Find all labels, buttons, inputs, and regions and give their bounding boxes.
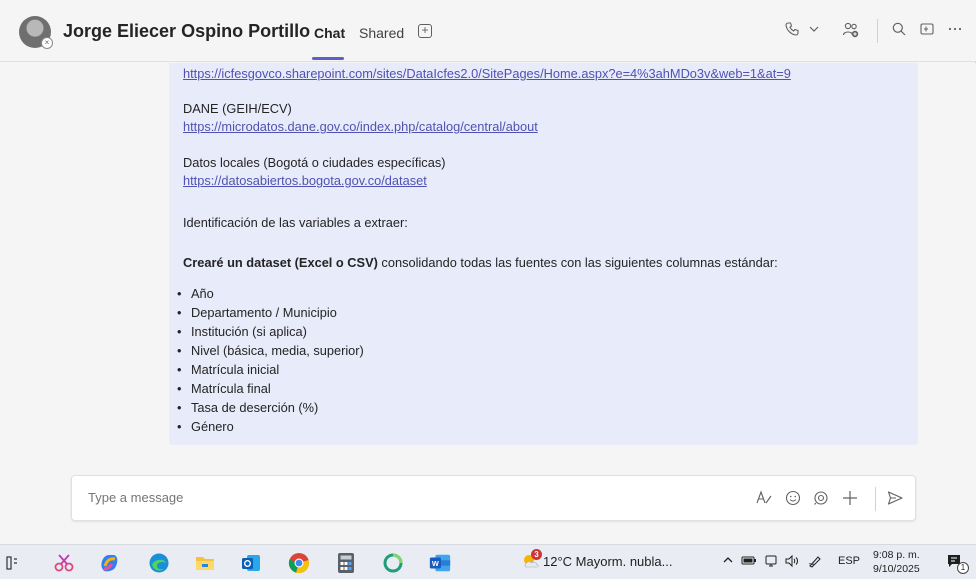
people-add-icon[interactable] [842, 21, 860, 45]
svg-text:W: W [432, 559, 439, 568]
calculator-icon[interactable] [334, 551, 358, 575]
link-bogota[interactable]: https://datosabiertos.bogota.gov.co/data… [183, 173, 427, 188]
network-icon[interactable] [764, 554, 778, 571]
system-clock[interactable]: 9:08 p. m. 9/10/2025 [873, 548, 920, 576]
popout-icon[interactable] [919, 21, 935, 43]
windows-taskbar: W 3 12°C Mayorm. nubla... ESP 9:08 p. m.… [0, 544, 976, 579]
notification-count: 1 [957, 562, 969, 574]
contact-name[interactable]: Jorge Eliecer Ospino Portillo [63, 21, 310, 42]
list-item: Género [177, 419, 234, 434]
task-view-icon[interactable] [0, 551, 24, 575]
header-divider [877, 19, 878, 43]
add-tab-icon[interactable]: + [418, 24, 432, 38]
clock-date: 9/10/2025 [873, 563, 920, 575]
snipping-tool-icon[interactable] [52, 551, 76, 575]
language-indicator[interactable]: ESP [838, 555, 860, 567]
message-bubble: https://icfesgovco.sharepoint.com/sites/… [169, 63, 918, 445]
message-input[interactable] [88, 490, 688, 505]
search-icon[interactable] [891, 21, 907, 43]
file-explorer-icon[interactable] [193, 551, 217, 575]
list-item: Departamento / Municipio [177, 305, 337, 320]
link-icfes[interactable]: https://icfesgovco.sharepoint.com/sites/… [183, 66, 791, 81]
presence-offline-icon: × [41, 37, 53, 49]
outlook-icon[interactable] [239, 551, 263, 575]
chat-header: × Jorge Eliecer Ospino Portillo Chat Sha… [0, 0, 976, 62]
weather-badge: 3 [531, 549, 542, 560]
pen-icon[interactable] [807, 554, 823, 571]
list-item: Nivel (básica, media, superior) [177, 343, 364, 358]
word-icon[interactable]: W [428, 551, 452, 575]
send-icon[interactable] [885, 489, 905, 509]
copilot-icon[interactable] [97, 551, 121, 575]
local-data-label: Datos locales (Bogotá o ciudades específ… [183, 155, 446, 170]
phone-icon[interactable] [784, 21, 800, 43]
format-icon[interactable] [754, 489, 774, 509]
dataset-rest: consolidando todas las fuentes con las s… [377, 255, 778, 270]
dataset-bold: Crearé un dataset (Excel o CSV) [183, 255, 378, 270]
tab-shared[interactable]: Shared [359, 25, 404, 41]
list-item: Matrícula final [177, 381, 271, 396]
list-item: Matrícula inicial [177, 362, 279, 377]
list-item: Año [177, 286, 214, 301]
variables-heading: Identificación de las variables a extrae… [183, 215, 408, 230]
dataset-sentence: Crearé un dataset (Excel o CSV) consolid… [183, 255, 778, 270]
loop-icon[interactable] [811, 489, 831, 509]
link-dane[interactable]: https://microdatos.dane.gov.co/index.php… [183, 119, 538, 134]
message-composer[interactable] [71, 475, 916, 521]
plus-icon[interactable] [840, 489, 860, 509]
active-tab-indicator [312, 57, 344, 60]
message-list[interactable]: https://icfesgovco.sharepoint.com/sites/… [0, 63, 976, 463]
volume-icon[interactable] [784, 554, 800, 571]
list-item: Institución (si aplica) [177, 324, 307, 339]
composer-divider [875, 487, 876, 511]
list-item: Tasa de deserción (%) [177, 400, 318, 415]
battery-icon[interactable] [741, 554, 757, 569]
chevron-down-icon[interactable] [808, 21, 820, 41]
loop-app-icon[interactable] [381, 551, 405, 575]
emoji-icon[interactable] [783, 489, 803, 509]
weather-text[interactable]: 12°C Mayorm. nubla... [543, 554, 672, 569]
edge-icon[interactable] [147, 551, 171, 575]
chevron-up-icon[interactable] [722, 554, 734, 569]
more-icon[interactable] [947, 21, 963, 43]
clock-time: 9:08 p. m. [873, 549, 920, 561]
tab-chat[interactable]: Chat [314, 25, 345, 41]
dane-label: DANE (GEIH/ECV) [183, 101, 292, 116]
composer-area [0, 463, 976, 544]
teams-window: × Jorge Eliecer Ospino Portillo Chat Sha… [0, 0, 976, 544]
chrome-icon[interactable] [287, 551, 311, 575]
